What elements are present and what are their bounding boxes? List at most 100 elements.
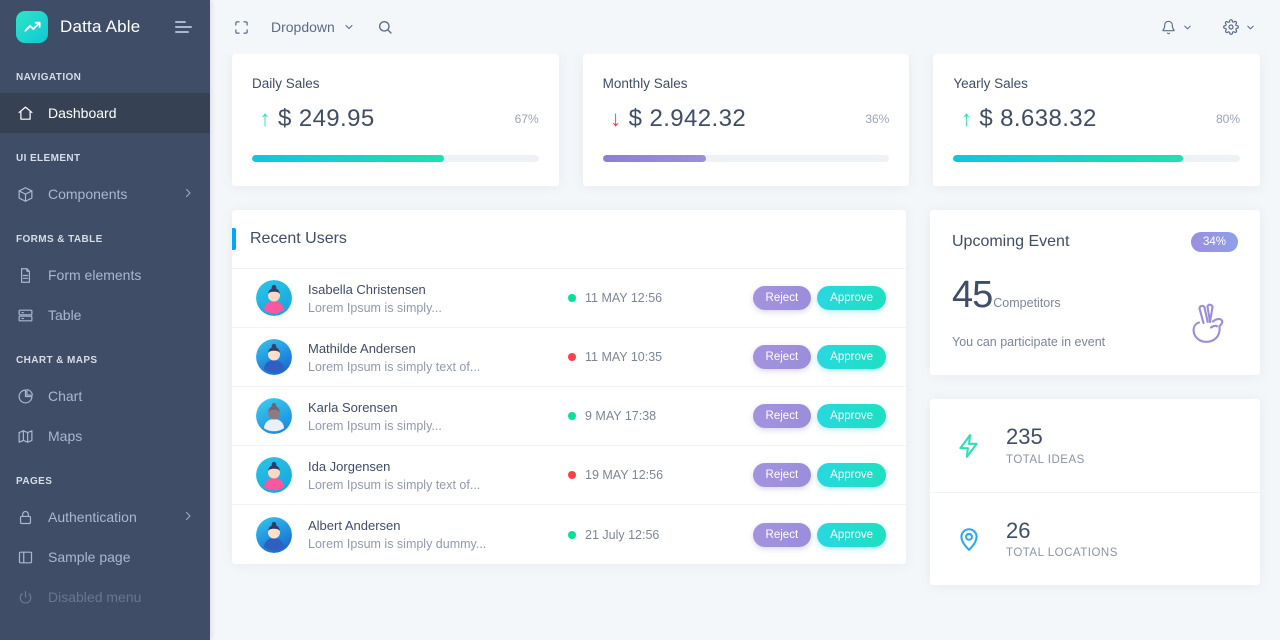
trending-up-icon (23, 21, 41, 32)
sidebar-item-label: Disabled menu (48, 589, 142, 605)
approve-button[interactable]: Approve (817, 345, 886, 369)
user-info: Mathilde Andersen Lorem Ipsum is simply t… (308, 341, 568, 374)
approve-button[interactable]: Approve (817, 522, 886, 547)
chevron-right-icon (182, 509, 194, 525)
recent-users-card: Recent Users Isabella Christensen Lorem I… (232, 210, 906, 564)
stat-value-row: ↑ $ 249.95 67% (252, 105, 539, 133)
user-timestamp: 11 MAY 12:56 (568, 291, 728, 305)
sidebar-item-label: Dashboard (48, 105, 117, 121)
recent-users-header: Recent Users (232, 210, 906, 269)
topbar-right (1161, 19, 1256, 35)
sidebar-item-sample-page[interactable]: Sample page (0, 537, 210, 577)
timestamp-text: 21 July 12:56 (585, 527, 660, 542)
mini-stat-label: TOTAL IDEAS (1006, 453, 1085, 466)
lock-icon (16, 508, 34, 526)
stat-percent: 36% (865, 112, 890, 126)
user-info: Karla Sorensen Lorem Ipsum is simply... (308, 400, 568, 433)
user-timestamp: 9 MAY 17:38 (568, 409, 728, 423)
user-name: Isabella Christensen (308, 281, 426, 297)
pie-chart-icon (16, 387, 34, 405)
status-dot (568, 530, 576, 539)
sidebar-item-authentication[interactable]: Authentication (0, 497, 210, 537)
user-timestamp: 21 July 12:56 (568, 528, 728, 542)
table-row: Mathilde Andersen Lorem Ipsum is simply t… (232, 328, 906, 387)
settings-menu[interactable] (1223, 19, 1256, 35)
dropdown-menu[interactable]: Dropdown (271, 19, 355, 35)
avatar (256, 457, 292, 493)
event-count: 45 (952, 274, 993, 316)
stat-percent: 67% (514, 112, 539, 126)
recent-users-list: Isabella Christensen Lorem Ipsum is simpl… (232, 269, 906, 564)
chevron-down-icon (1247, 25, 1254, 29)
topbar: Dropdown (210, 0, 1280, 54)
user-name: Albert Andersen (308, 518, 401, 533)
hamburger-icon[interactable] (173, 17, 194, 37)
mini-stat-text: 235 TOTAL IDEAS (1006, 425, 1085, 466)
sidebar-item-table[interactable]: Table (0, 295, 210, 335)
event-progress-badge: 34% (1190, 232, 1238, 252)
sidebar-item-dashboard[interactable]: Dashboard (0, 93, 210, 133)
reject-button[interactable]: Reject (752, 463, 812, 487)
sidebar-item-components[interactable]: Components (0, 174, 210, 214)
sidebar-item-label: Form elements (48, 267, 142, 283)
status-dot (568, 412, 576, 420)
timestamp-text: 11 MAY 10:35 (585, 350, 663, 364)
mini-stats-card: 235 TOTAL IDEAS 26 TOTAL LOCATIONS (930, 399, 1260, 585)
user-info: Ida Jorgensen Lorem Ipsum is simply text … (308, 459, 568, 492)
table-icon (16, 306, 34, 324)
cube-icon (16, 185, 34, 203)
approve-button[interactable]: Approve (817, 286, 886, 310)
status-dot (568, 471, 576, 479)
table-row: Ida Jorgensen Lorem Ipsum is simply text … (232, 446, 906, 505)
upcoming-event-card: Upcoming Event 34% 45 Competitors You ca… (930, 210, 1260, 375)
approve-button[interactable]: Approve (817, 404, 886, 428)
stat-amount: $ 249.95 (278, 105, 375, 132)
user-timestamp: 11 MAY 10:35 (568, 350, 728, 364)
sidebar-item-form-elements[interactable]: Form elements (0, 255, 210, 295)
avatar (256, 398, 292, 434)
event-count-unit: Competitors (993, 296, 1061, 310)
arrow-up-icon: ↑ (259, 106, 271, 131)
user-name: Mathilde Andersen (308, 340, 416, 356)
mini-stat-label: TOTAL LOCATIONS (1006, 547, 1118, 560)
event-header: Upcoming Event 34% (952, 232, 1238, 252)
chevron-right-icon (182, 186, 194, 202)
timestamp-text: 19 MAY 12:56 (585, 468, 664, 482)
sidebar-item-chart[interactable]: Chart (0, 376, 210, 416)
chevron-down-icon (345, 24, 353, 30)
app-root: Datta Able NAVIGATION Dashboard UI ELEMENT… (0, 0, 1280, 640)
approve-button[interactable]: Approve (817, 463, 886, 487)
stat-title: Daily Sales (252, 76, 320, 91)
table-row: Karla Sorensen Lorem Ipsum is simply... 9 … (232, 387, 906, 446)
status-dot (568, 294, 576, 302)
notification-menu[interactable] (1161, 20, 1193, 35)
stat-amount: $ 8.638.32 (979, 105, 1097, 132)
reject-button[interactable]: Reject (752, 404, 812, 428)
row-actions: Reject Approve (752, 463, 886, 487)
row-actions: Reject Approve (752, 522, 886, 547)
reject-button[interactable]: Reject (752, 345, 812, 369)
lower-section: Recent Users Isabella Christensen Lorem I… (232, 210, 1260, 585)
mini-stat-value: 26 (1006, 517, 1031, 543)
table-row: Albert Andersen Lorem Ipsum is simply dum… (232, 505, 906, 564)
nav-caption-pages: PAGES (16, 476, 53, 487)
app-logo[interactable] (16, 11, 48, 43)
stat-value-row: ↓ $ 2.942.32 36% (603, 105, 890, 133)
row-actions: Reject Approve (752, 286, 886, 310)
reject-button[interactable]: Reject (752, 286, 812, 310)
stat-title: Monthly Sales (602, 76, 688, 91)
fullscreen-icon[interactable] (234, 20, 249, 35)
reject-button[interactable]: Reject (752, 522, 812, 547)
table-row: Isabella Christensen Lorem Ipsum is simpl… (232, 269, 906, 328)
sidebar-item-label: Sample page (48, 549, 131, 565)
search-icon[interactable] (377, 19, 393, 35)
bell-icon (1162, 20, 1175, 34)
timestamp-text: 11 MAY 12:56 (585, 291, 663, 305)
stat-progress-bar (602, 155, 890, 162)
mini-stat-total-locations: 26 TOTAL LOCATIONS (930, 492, 1260, 585)
sidebar: Datta Able NAVIGATION Dashboard UI ELEMENT… (0, 0, 210, 640)
sidebar-item-maps[interactable]: Maps (0, 416, 210, 456)
dropdown-label: Dropdown (271, 19, 335, 35)
stat-title: Yearly Sales (953, 76, 1028, 91)
right-column: Upcoming Event 34% 45 Competitors You ca… (930, 210, 1260, 585)
